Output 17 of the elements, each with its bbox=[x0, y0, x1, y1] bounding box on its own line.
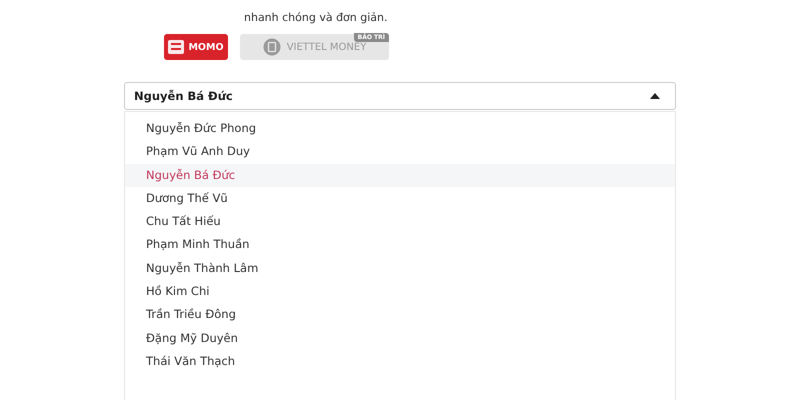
wallet-icon bbox=[262, 38, 281, 56]
select-value: Nguyễn Bá Đức bbox=[134, 89, 233, 103]
dropdown-option[interactable]: Nguyễn Bá Đức bbox=[125, 164, 675, 187]
intro-text: nhanh chóng và đơn giản. bbox=[243, 10, 388, 24]
dropdown-option[interactable]: Thái Văn Thạch bbox=[125, 350, 675, 374]
wallet-icon bbox=[168, 40, 184, 54]
dropdown-option[interactable]: Hồ Kim Chi bbox=[125, 280, 675, 304]
dropdown-option[interactable]: Dương Thế Vũ bbox=[125, 186, 675, 210]
dropdown-option[interactable]: Nguyễn Thành Lâm bbox=[125, 256, 675, 280]
dropdown-option[interactable]: Nguyễn Đức Phong bbox=[125, 117, 675, 140]
dropdown-option[interactable]: Đặng Mỹ Duyên bbox=[125, 326, 675, 350]
dropdown-option[interactable]: Phạm Minh Thuần bbox=[125, 233, 675, 257]
wallet-button[interactable]: MOMO bbox=[164, 34, 228, 60]
name-select[interactable]: Nguyễn Bá Đức bbox=[124, 82, 676, 110]
dropdown-option[interactable]: Phạm Vũ Anh Duy bbox=[125, 140, 675, 164]
dropdown-option[interactable]: Chu Tất Hiếu bbox=[125, 210, 675, 234]
dropdown-option[interactable]: Trần Triều Đông bbox=[125, 303, 675, 327]
